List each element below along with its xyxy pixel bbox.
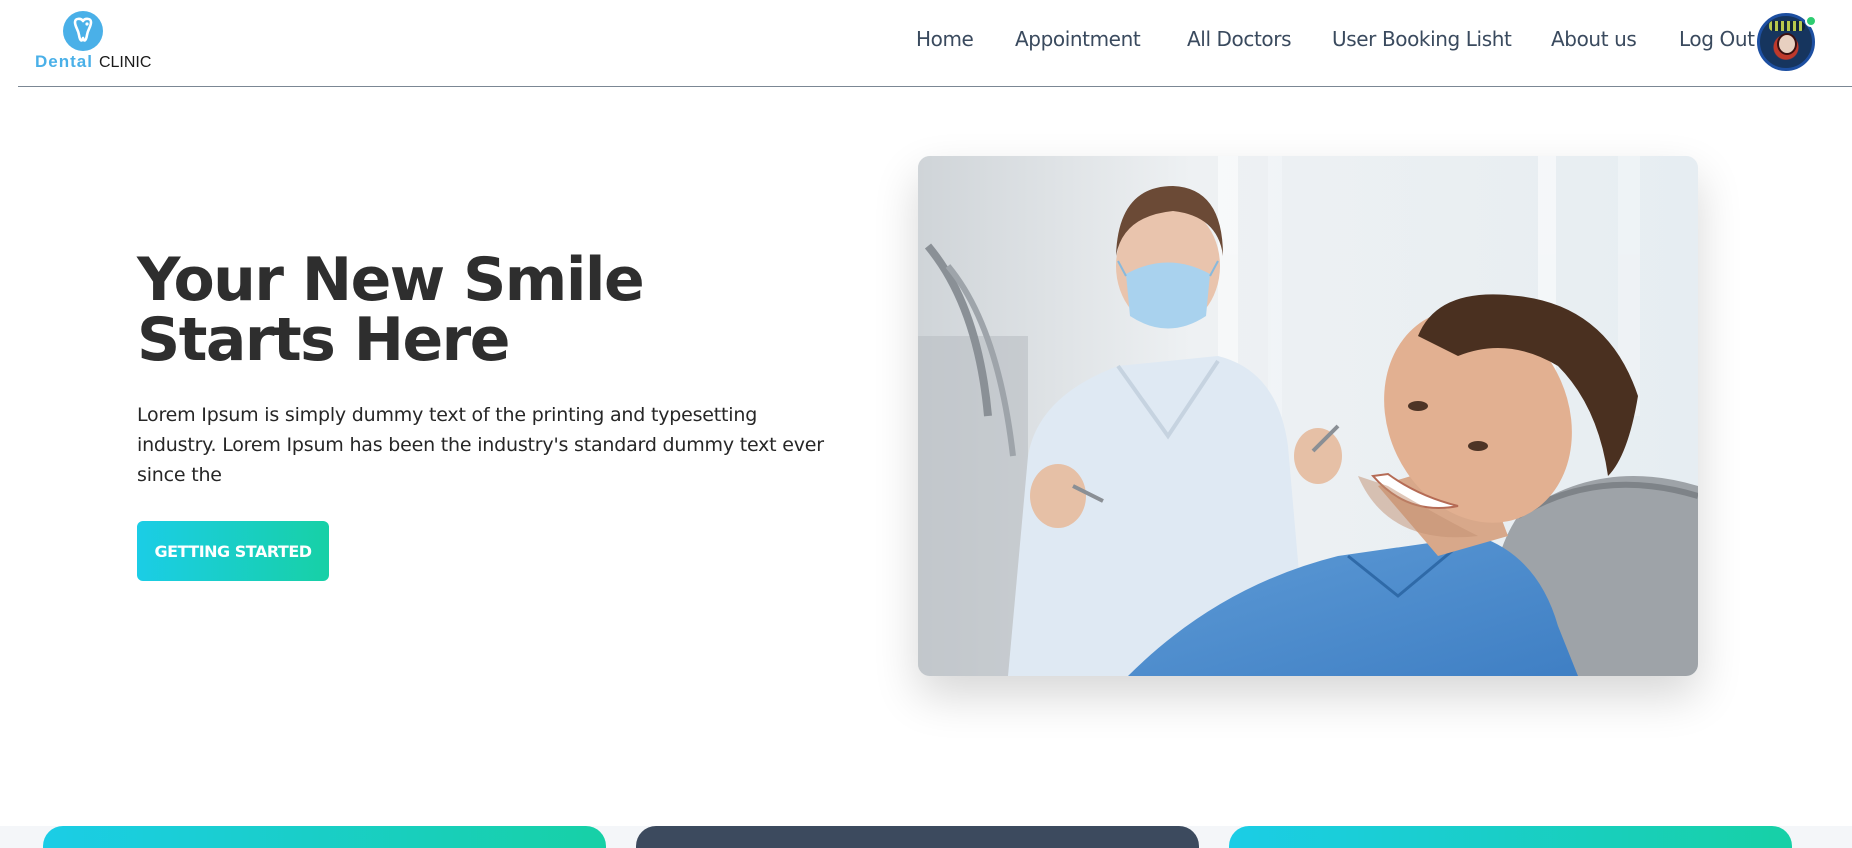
site-header: Dental CLINIC Home Appointment All Doctor… — [18, 0, 1852, 87]
hero-photo-illustration — [918, 156, 1698, 676]
hero-description: Lorem Ipsum is simply dummy text of the … — [137, 404, 824, 486]
hero-title: Your New Smile Starts Here — [137, 245, 645, 375]
nav-user-booking-list[interactable]: User Booking Lisht — [1332, 27, 1512, 51]
feature-card-1[interactable] — [43, 826, 606, 848]
hero-image-dentist-patient — [918, 156, 1698, 676]
tooth-logo-icon — [63, 11, 103, 51]
brand-name-secondary: CLINIC — [98, 54, 152, 71]
nav-appointment[interactable]: Appointment — [1015, 27, 1141, 51]
brand-name-primary: Dental — [35, 52, 93, 71]
avatar-decoration — [1769, 21, 1805, 31]
nav-log-out[interactable]: Log Out — [1679, 27, 1755, 51]
feature-card-3[interactable] — [1229, 826, 1792, 848]
getting-started-button[interactable]: GETTING STARTED — [137, 521, 329, 581]
nav-all-doctors[interactable]: All Doctors — [1187, 27, 1292, 51]
brand-name: Dental CLINIC — [35, 52, 151, 72]
feature-card-2[interactable] — [636, 826, 1199, 848]
online-status-indicator — [1805, 15, 1817, 27]
nav-about-us[interactable]: About us — [1551, 27, 1637, 51]
brand-logo[interactable]: Dental CLINIC — [35, 10, 165, 72]
avatar-face — [1777, 33, 1797, 55]
nav-home[interactable]: Home — [916, 27, 974, 51]
